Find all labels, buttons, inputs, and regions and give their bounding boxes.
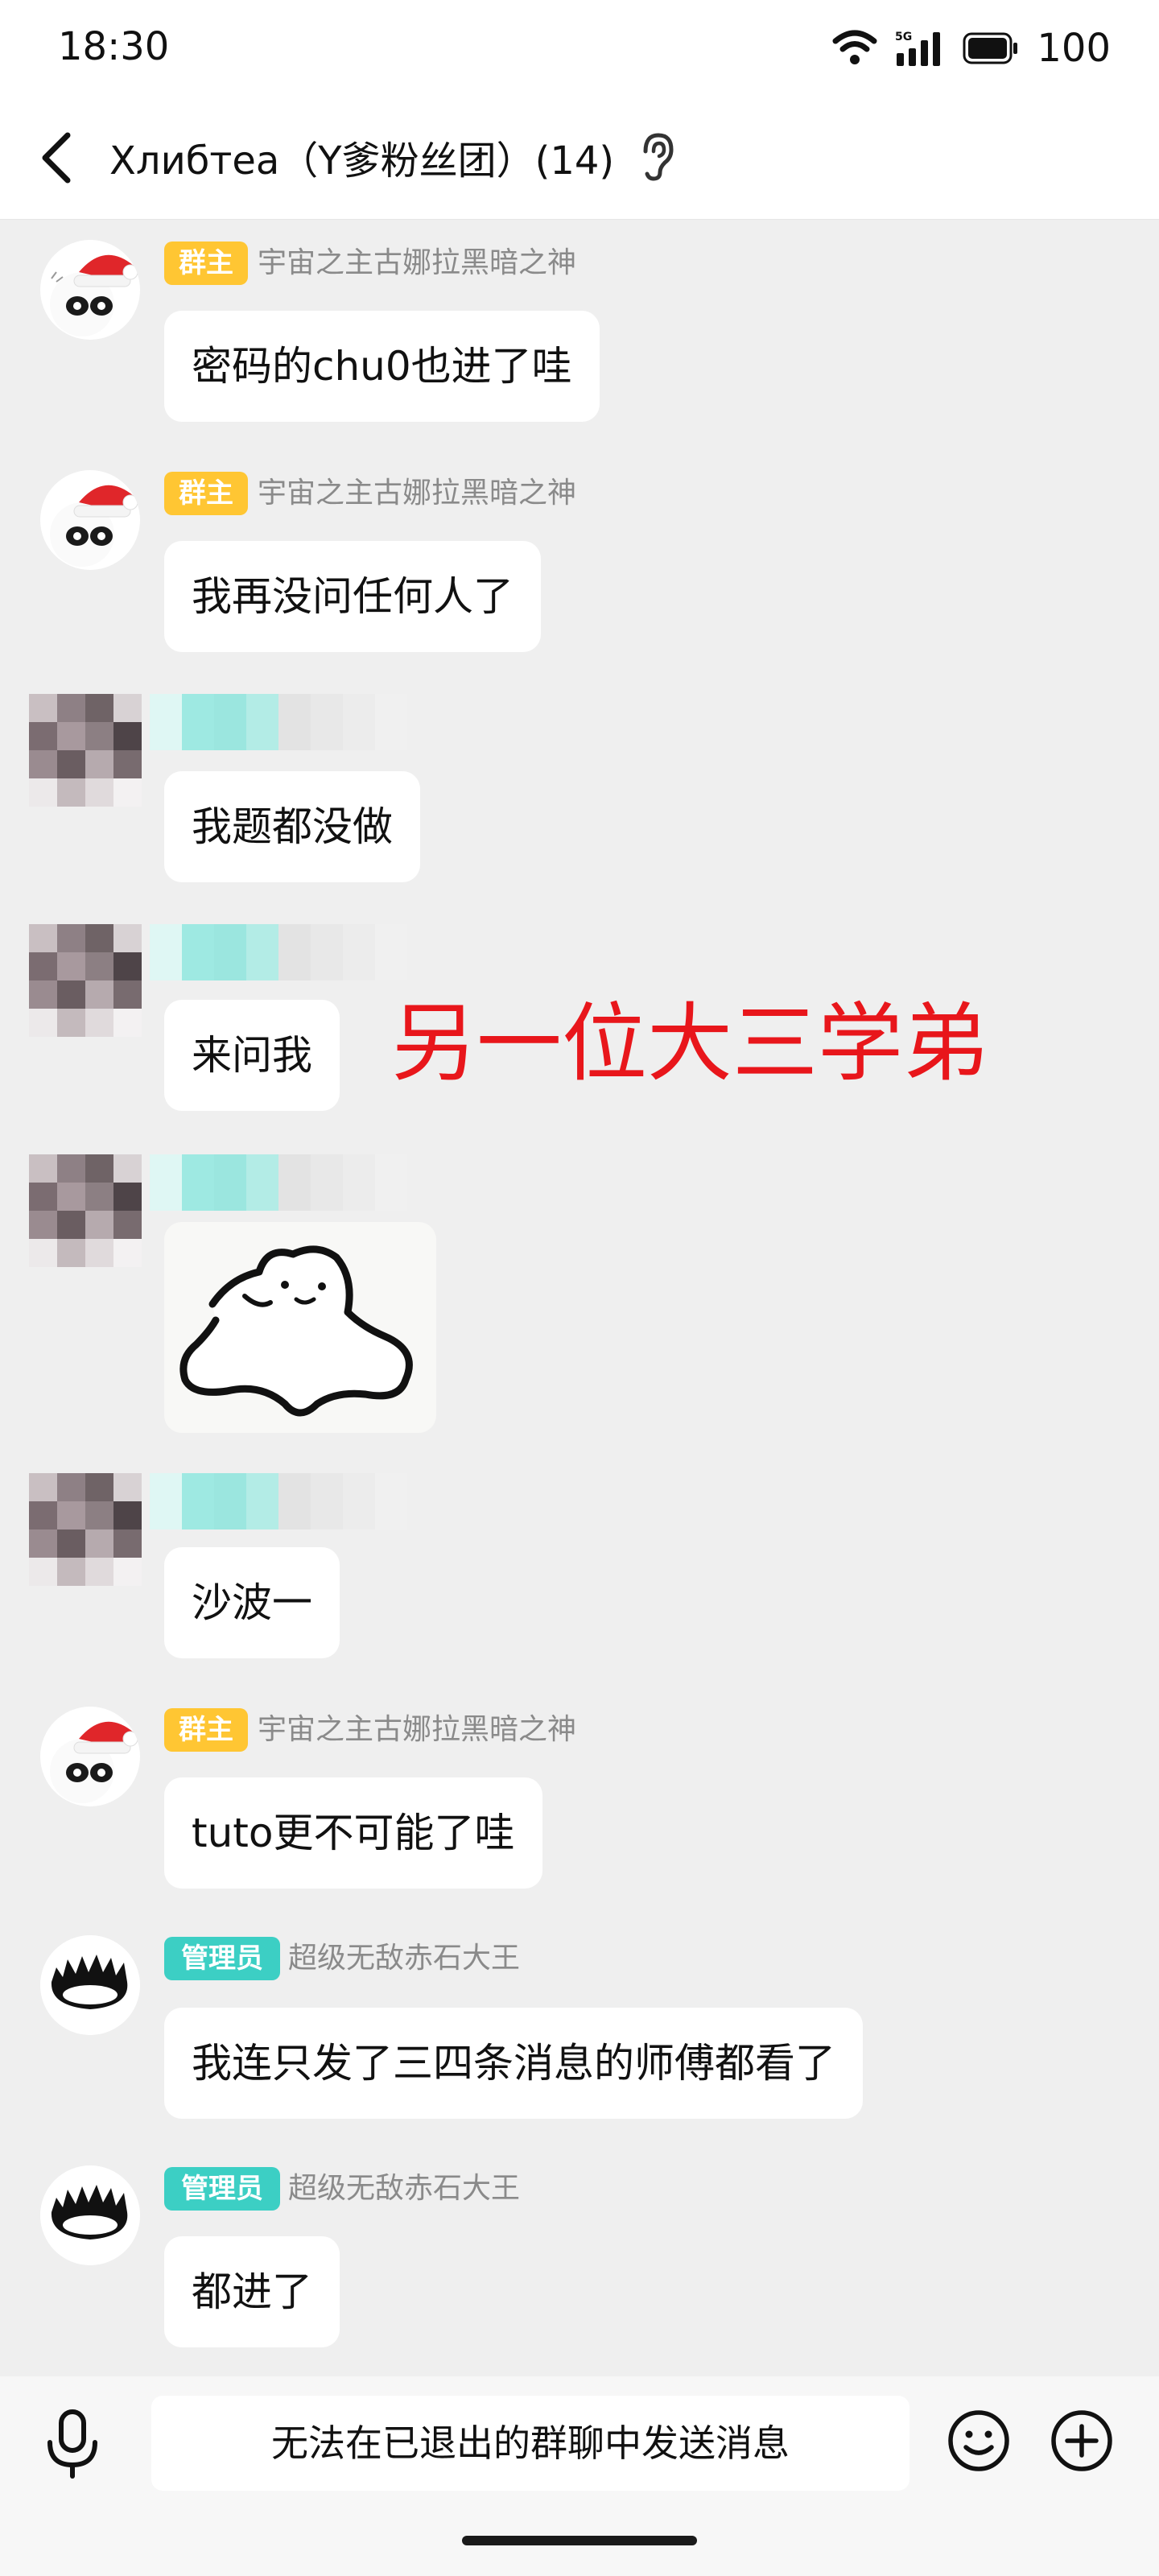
message-bubble[interactable]: 密码的chu0也进了哇 — [164, 311, 600, 422]
pixelated-sender-name — [150, 1154, 407, 1211]
back-arrow-icon[interactable] — [34, 129, 82, 187]
avatar[interactable] — [40, 1707, 140, 1806]
pixelated-avatar[interactable] — [29, 1473, 142, 1586]
avatar[interactable] — [40, 240, 140, 340]
owner-badge: 群主 — [164, 472, 248, 515]
message-input[interactable]: 无法在已退出的群聊中发送消息 — [151, 2396, 909, 2491]
sender-name: 宇宙之主古娜拉黑暗之神 — [258, 477, 577, 510]
home-indicator[interactable] — [462, 2536, 697, 2545]
sender-name: 超级无敌赤石大王 — [288, 1942, 521, 1975]
emoji-icon[interactable] — [947, 2409, 1011, 2473]
message-bubble[interactable]: 来问我 — [164, 1000, 340, 1111]
pixelated-avatar[interactable] — [29, 694, 142, 807]
sender-name: 超级无敌赤石大王 — [288, 2172, 521, 2205]
battery-level: 100 — [1037, 26, 1111, 71]
pixelated-avatar-icon — [29, 1473, 142, 1586]
avatar[interactable] — [40, 470, 140, 570]
status-time: 18:30 — [58, 24, 170, 69]
message-bubble[interactable]: 我连只发了三四条消息的师傅都看了 — [164, 2008, 863, 2119]
avatar[interactable] — [40, 2165, 140, 2265]
pixelated-sender-name — [150, 694, 407, 750]
sender-name: 宇宙之主古娜拉黑暗之神 — [258, 246, 577, 279]
sender-name: 宇宙之主古娜拉黑暗之神 — [258, 1713, 577, 1746]
signal-icon: 5G — [895, 31, 941, 66]
message-bubble[interactable]: 沙波一 — [164, 1547, 340, 1658]
santa-hat-avatar-icon — [50, 485, 138, 567]
sticker-message[interactable] — [164, 1222, 436, 1433]
message-bubble[interactable]: 我题都没做 — [164, 771, 420, 882]
fuzzy-creature-avatar-icon — [40, 2165, 140, 2265]
owner-badge: 群主 — [164, 1708, 248, 1752]
message-bubble[interactable]: 都进了 — [164, 2236, 340, 2347]
message-bubble[interactable]: tuto更不可能了哇 — [164, 1777, 542, 1889]
plus-icon[interactable] — [1050, 2409, 1114, 2473]
chat-title[interactable]: Хлибтеа（Y爹粉丝团）(14) — [109, 129, 614, 185]
pixelated-avatar-icon — [29, 1154, 142, 1267]
owner-badge: 群主 — [164, 242, 248, 285]
blob-cat-sticker-icon — [179, 1245, 413, 1417]
pixelated-sender-name — [150, 1473, 407, 1530]
fuzzy-creature-avatar-icon — [40, 1935, 140, 2035]
chat-header: Хлибтеа（Y爹粉丝团）(14) — [0, 97, 1159, 220]
wifi-icon — [832, 30, 877, 64]
ear-icon[interactable] — [634, 130, 679, 182]
santa-hat-avatar-icon — [50, 254, 138, 336]
pixelated-avatar-icon — [29, 694, 142, 807]
santa-hat-avatar-icon — [50, 1721, 138, 1803]
pixelated-sender-name — [150, 924, 407, 980]
admin-badge: 管理员 — [164, 2167, 280, 2211]
network-type: 5G — [895, 31, 912, 43]
message-bubble[interactable]: 我再没问任何人了 — [164, 541, 541, 652]
status-icons: 5G 100 — [832, 23, 1111, 74]
avatar[interactable] — [40, 1935, 140, 2035]
pixelated-avatar[interactable] — [29, 924, 142, 1037]
input-bar: 无法在已退出的群聊中发送消息 — [0, 2376, 1159, 2576]
red-annotation: 另一位大三学弟 — [391, 994, 988, 1093]
microphone-icon[interactable] — [43, 2409, 101, 2479]
admin-badge: 管理员 — [164, 1937, 280, 1980]
pixelated-avatar-icon — [29, 924, 142, 1037]
battery-icon — [963, 32, 1018, 64]
pixelated-avatar[interactable] — [29, 1154, 142, 1267]
status-bar: 18:30 5G 100 — [0, 0, 1159, 97]
